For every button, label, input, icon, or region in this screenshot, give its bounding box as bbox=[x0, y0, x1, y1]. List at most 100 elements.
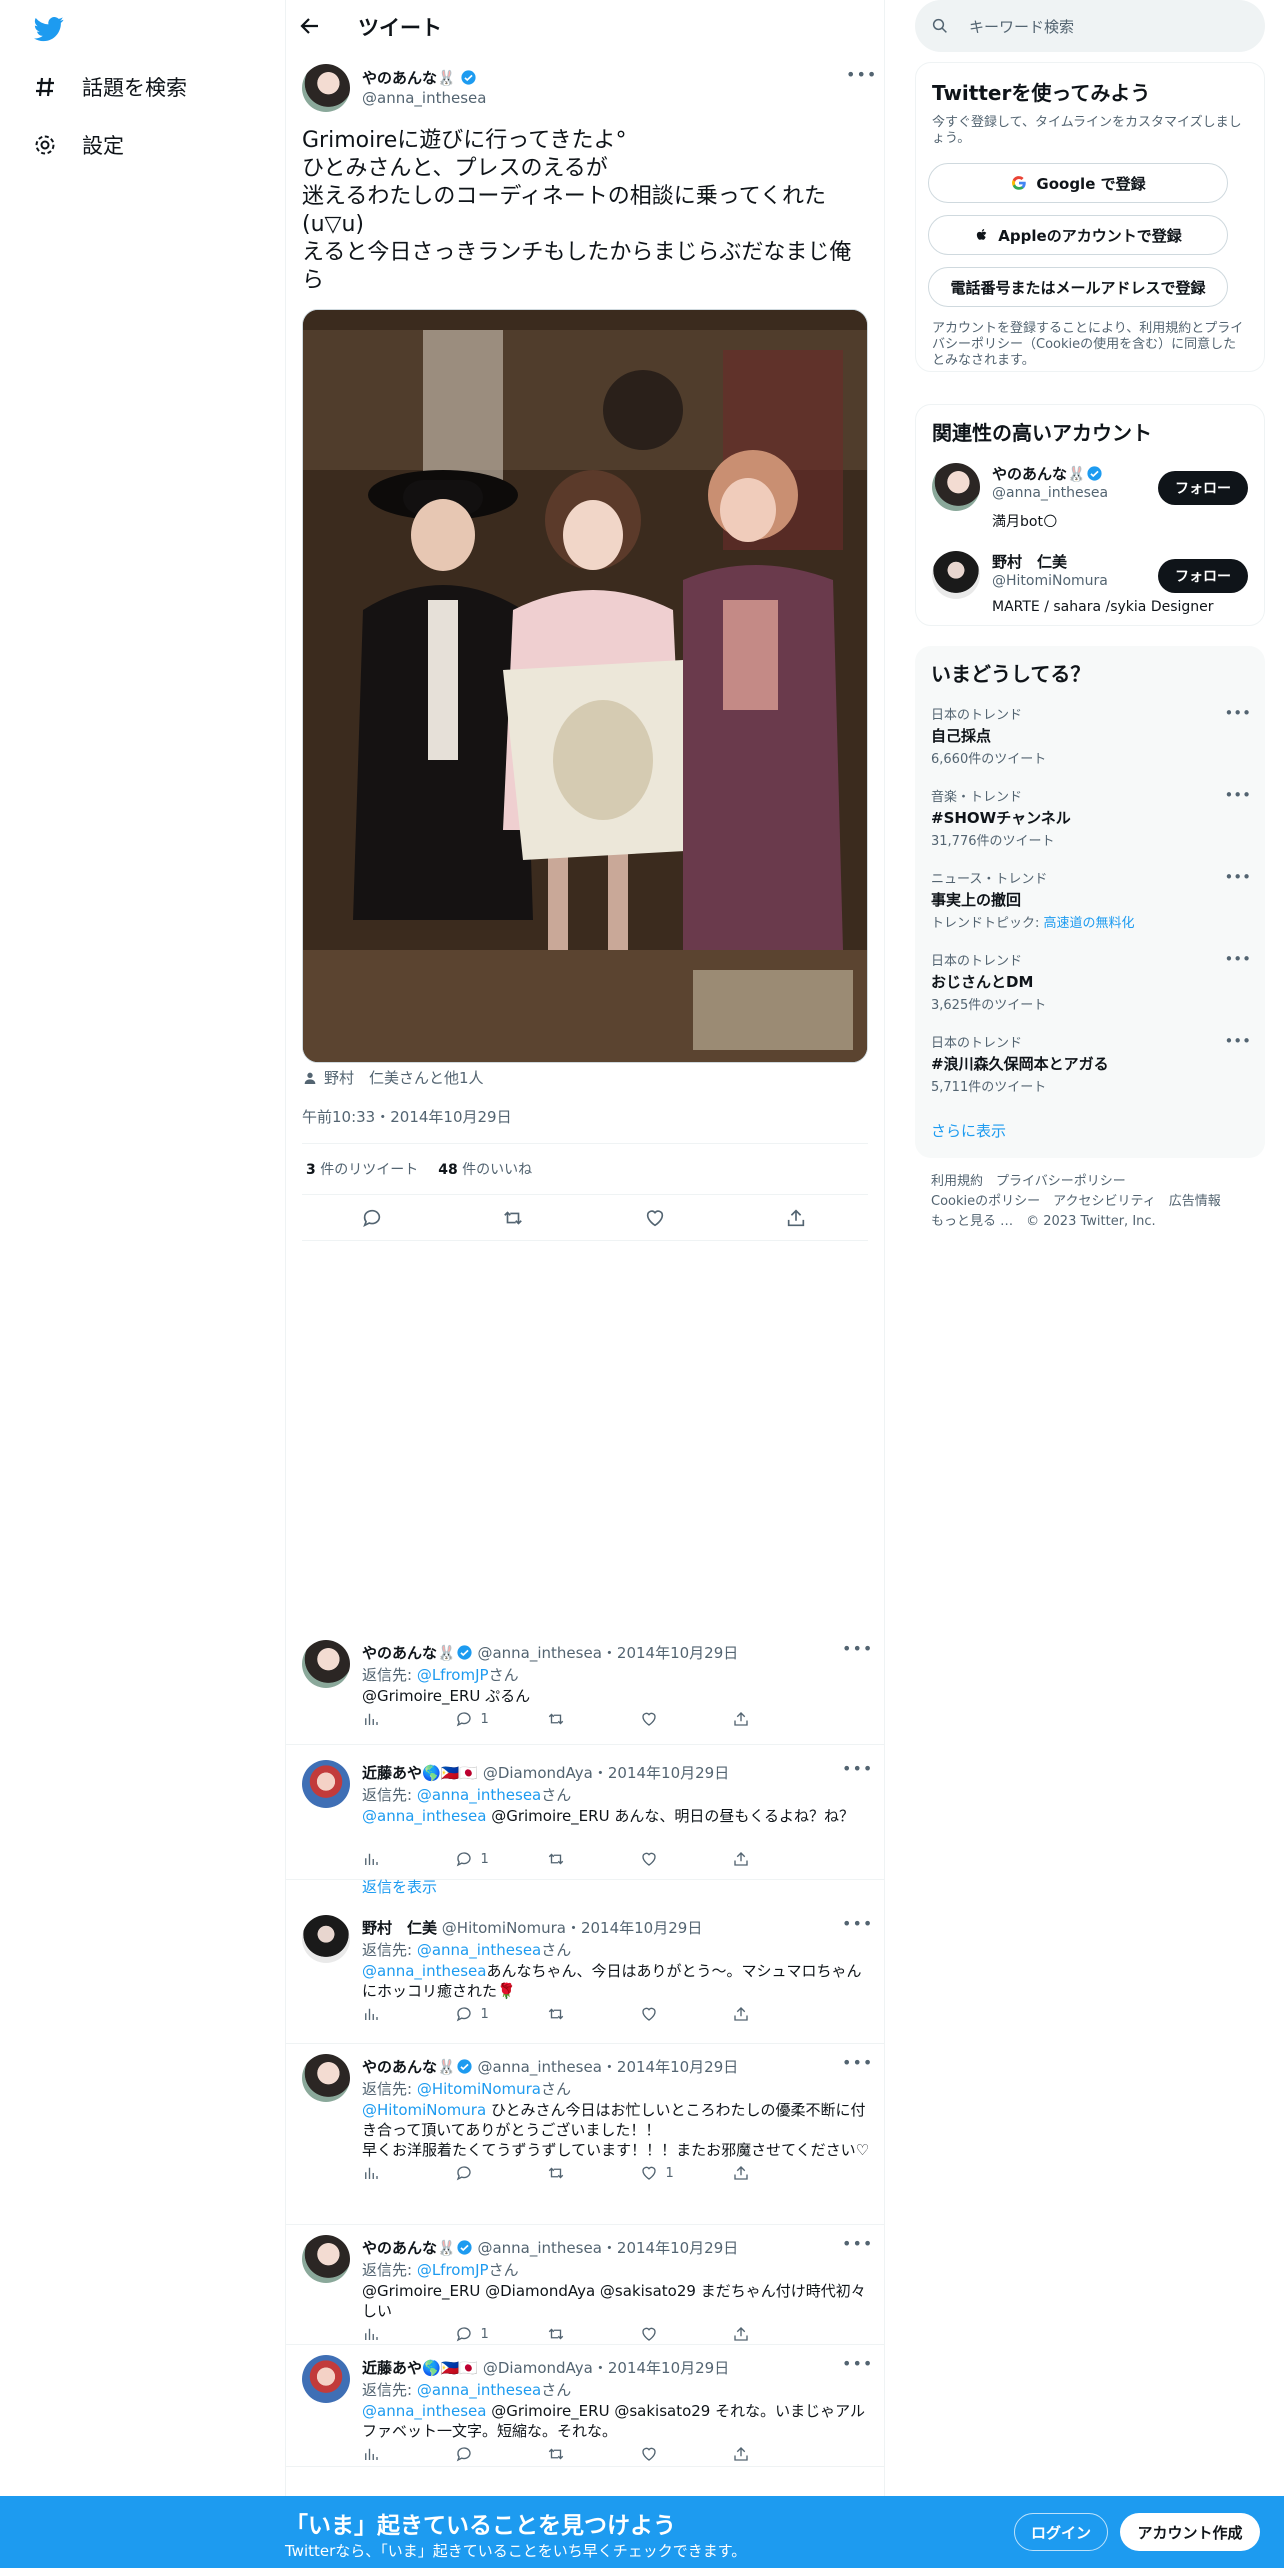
reply-tweet[interactable]: やのあんな🐰 @anna_inthesea・2014年10月29日 ••• 返信先:… bbox=[286, 2044, 884, 2225]
reply-author-handle[interactable]: @DiamondAya bbox=[483, 1764, 593, 1782]
reply-to-handle[interactable]: @LfromJP bbox=[417, 1666, 489, 1684]
more-options-icon[interactable]: ••• bbox=[846, 67, 876, 90]
like-icon[interactable] bbox=[640, 2005, 700, 2023]
trend-item[interactable]: 日本のトレンド 自己採点 6,660件のツイート ••• bbox=[931, 704, 1251, 767]
views-icon[interactable] bbox=[362, 2005, 422, 2023]
footer-links[interactable]: 利用規約 プライバシーポリシー Cookieのポリシー アクセシビリティ 広告情… bbox=[931, 1172, 1251, 1232]
tweet-photo[interactable] bbox=[302, 309, 868, 1063]
like-icon[interactable] bbox=[640, 1850, 700, 1868]
reply-to-handle[interactable]: @anna_inthesea bbox=[417, 2381, 541, 2399]
reply-date[interactable]: ・2014年10月29日 bbox=[566, 1919, 702, 1937]
reply-mention[interactable]: @anna_inthesea bbox=[362, 1807, 486, 1825]
retweet-stat[interactable]: 3 件のリツイート bbox=[306, 1159, 418, 1179]
login-button[interactable]: ログイン bbox=[1014, 2513, 1108, 2551]
reply-date[interactable]: ・2014年10月29日 bbox=[602, 2239, 738, 2257]
create-account-button[interactable]: アカウント作成 bbox=[1120, 2513, 1260, 2551]
apple-signup-button[interactable]: Appleのアカウントで登録 bbox=[928, 215, 1228, 255]
reply-author-name[interactable]: やのあんな🐰 bbox=[362, 2058, 456, 2076]
avatar[interactable] bbox=[932, 551, 980, 599]
reply-tweet[interactable]: やのあんな🐰 @anna_inthesea・2014年10月29日 ••• 返信先:… bbox=[286, 1630, 884, 1745]
more-options-icon[interactable]: ••• bbox=[842, 2236, 872, 2259]
reply-author-handle[interactable]: @anna_inthesea bbox=[477, 2239, 601, 2257]
reply-date[interactable]: ・2014年10月29日 bbox=[602, 2058, 738, 2076]
reply-tweet[interactable]: 野村 仁美 @HitomiNomura・2014年10月29日 ••• 返信先: @… bbox=[286, 1905, 884, 2044]
avatar[interactable] bbox=[302, 1760, 350, 1808]
views-icon[interactable] bbox=[362, 1850, 422, 1868]
related-name[interactable]: 野村 仁美 bbox=[992, 553, 1067, 571]
like-icon[interactable] bbox=[640, 1710, 700, 1728]
avatar[interactable] bbox=[302, 1915, 350, 1963]
search-box[interactable]: キーワード検索 bbox=[915, 0, 1265, 52]
avatar[interactable] bbox=[302, 2355, 350, 2403]
reply-author-handle[interactable]: @HitomiNomura bbox=[442, 1919, 566, 1937]
trend-item[interactable]: ニュース・トレンド 事実上の撤回 トレンドトピック: 高速道の無料化 ••• bbox=[931, 868, 1251, 931]
views-icon[interactable] bbox=[362, 1710, 422, 1728]
like-stat[interactable]: 48 件のいいね bbox=[438, 1159, 532, 1179]
terms-label[interactable]: アカウントを登録することにより、利用規約とプライバシーポリシー（Cookieの使… bbox=[932, 321, 1243, 368]
reply-icon[interactable]: 1 bbox=[455, 2325, 515, 2343]
reply-author-handle[interactable]: @DiamondAya bbox=[483, 2359, 593, 2377]
reply-author-handle[interactable]: @anna_inthesea bbox=[477, 1644, 601, 1662]
avatar[interactable] bbox=[302, 1640, 350, 1688]
search-input[interactable]: キーワード検索 bbox=[969, 16, 1074, 37]
more-options-icon[interactable]: ••• bbox=[1224, 1032, 1251, 1050]
show-more-trends[interactable]: さらに表示 bbox=[931, 1120, 1006, 1141]
reply-author-handle[interactable]: @anna_inthesea bbox=[477, 2058, 601, 2076]
share-icon[interactable] bbox=[732, 2005, 792, 2023]
views-icon[interactable] bbox=[362, 2445, 422, 2463]
reply-author-name[interactable]: 近藤あや🌎🇵🇭🇯🇵 bbox=[362, 2359, 478, 2377]
nav-settings[interactable]: 設定 bbox=[32, 125, 124, 165]
google-signup-button[interactable]: Google で登録 bbox=[928, 163, 1228, 203]
reply-icon[interactable] bbox=[361, 1207, 385, 1231]
retweet-icon[interactable] bbox=[547, 2164, 607, 2182]
trend-item[interactable]: 日本のトレンド #浪川森久保岡本とアガる 5,711件のツイート ••• bbox=[931, 1032, 1251, 1095]
related-name[interactable]: やのあんな🐰 bbox=[992, 465, 1086, 483]
retweet-icon[interactable] bbox=[547, 1850, 607, 1868]
views-icon[interactable] bbox=[362, 2164, 422, 2182]
views-icon[interactable] bbox=[362, 2325, 422, 2343]
related-handle[interactable]: @HitomiNomura bbox=[992, 573, 1108, 589]
reply-icon[interactable]: 1 bbox=[455, 1850, 515, 1868]
reply-author-name[interactable]: やのあんな🐰 bbox=[362, 1644, 456, 1662]
share-icon[interactable] bbox=[732, 2325, 792, 2343]
reply-icon[interactable]: 1 bbox=[455, 1710, 515, 1728]
more-options-icon[interactable]: ••• bbox=[1224, 786, 1251, 804]
reply-icon[interactable]: 1 bbox=[455, 2005, 515, 2023]
trend-topic-link[interactable]: 高速道の無料化 bbox=[1044, 916, 1135, 931]
reply-tweet[interactable]: やのあんな🐰 @anna_inthesea・2014年10月29日 ••• 返信先:… bbox=[286, 2225, 884, 2345]
share-icon[interactable] bbox=[785, 1207, 809, 1231]
more-options-icon[interactable]: ••• bbox=[1224, 704, 1251, 722]
more-options-icon[interactable]: ••• bbox=[842, 2055, 872, 2078]
like-icon[interactable] bbox=[640, 2445, 700, 2463]
trend-item[interactable]: 音楽・トレンド #SHOWチャンネル 31,776件のツイート ••• bbox=[931, 786, 1251, 849]
reply-to-handle[interactable]: @anna_inthesea bbox=[417, 1941, 541, 1959]
share-icon[interactable] bbox=[732, 1850, 792, 1868]
reply-icon[interactable] bbox=[455, 2164, 515, 2182]
back-arrow-icon[interactable] bbox=[298, 14, 324, 40]
retweet-icon[interactable] bbox=[547, 2325, 607, 2343]
like-icon[interactable]: 1 bbox=[640, 2164, 700, 2182]
related-handle[interactable]: @anna_inthesea bbox=[992, 485, 1108, 501]
phone-email-signup-button[interactable]: 電話番号またはメールアドレスで登録 bbox=[928, 267, 1228, 307]
more-options-icon[interactable]: ••• bbox=[842, 1761, 872, 1784]
retweet-icon[interactable] bbox=[547, 2445, 607, 2463]
reply-to-handle[interactable]: @HitomiNomura bbox=[417, 2080, 541, 2098]
reply-tweet[interactable]: 近藤あや🌎🇵🇭🇯🇵 @DiamondAya・2014年10月29日 ••• 返信先:… bbox=[286, 2345, 884, 2467]
nav-explore[interactable]: 話題を検索 bbox=[32, 67, 187, 107]
reply-author-name[interactable]: 近藤あや🌎🇵🇭🇯🇵 bbox=[362, 1764, 478, 1782]
follow-button[interactable]: フォロー bbox=[1158, 471, 1248, 505]
reply-author-name[interactable]: 野村 仁美 bbox=[362, 1919, 437, 1937]
reply-mention[interactable]: @anna_inthesea bbox=[362, 1962, 486, 1980]
reply-date[interactable]: ・2014年10月29日 bbox=[593, 1764, 729, 1782]
reply-mention[interactable]: @anna_inthesea bbox=[362, 2402, 486, 2420]
author-handle[interactable]: @anna_inthesea bbox=[362, 89, 486, 107]
tweet-timestamp[interactable]: 午前10:33・2014年10月29日 bbox=[302, 1106, 512, 1127]
avatar[interactable] bbox=[302, 2054, 350, 2102]
more-options-icon[interactable]: ••• bbox=[1224, 950, 1251, 968]
follow-button[interactable]: フォロー bbox=[1158, 559, 1248, 593]
reply-to-handle[interactable]: @anna_inthesea bbox=[417, 1786, 541, 1804]
reply-tweet[interactable]: 近藤あや🌎🇵🇭🇯🇵 @DiamondAya・2014年10月29日 ••• 返信先:… bbox=[286, 1750, 884, 1880]
share-icon[interactable] bbox=[732, 2164, 792, 2182]
reply-icon[interactable] bbox=[455, 2445, 515, 2463]
tagged-users[interactable]: 野村 仁美さんと他1人 bbox=[302, 1067, 484, 1088]
